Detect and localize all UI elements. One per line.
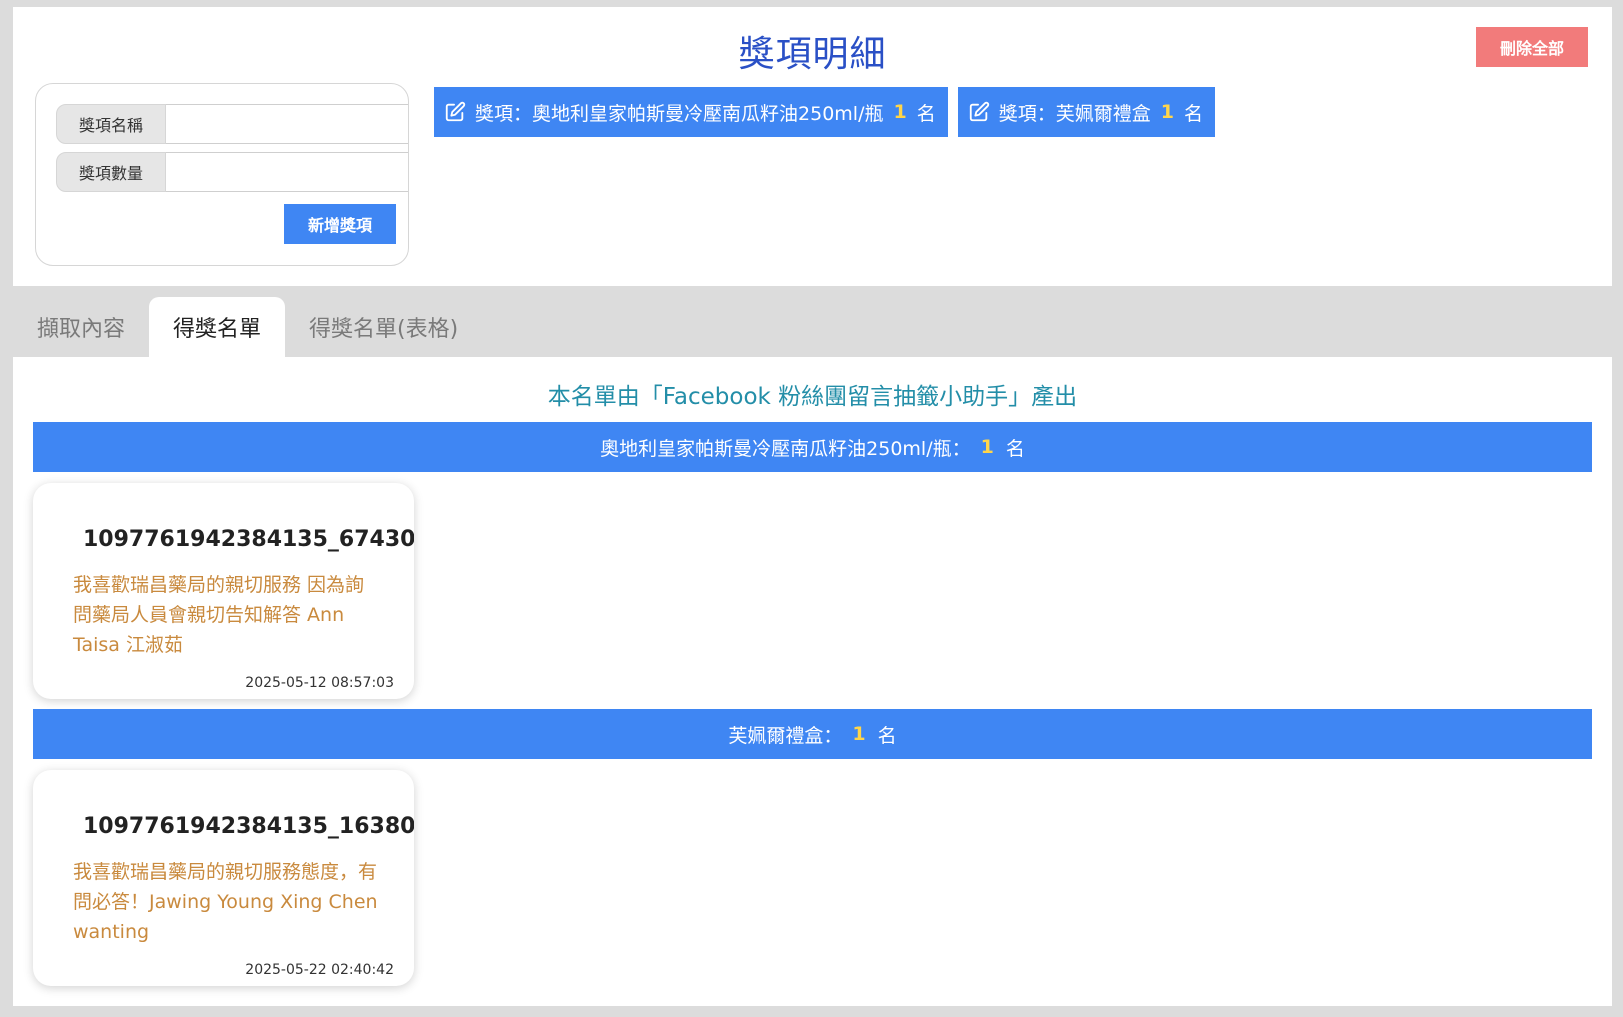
prize-group-header: 芙姵爾禮盒： 1 名 (33, 709, 1592, 759)
prize-name-row: 獎項名稱 (56, 104, 408, 144)
tab-winner-list[interactable]: 得獎名單 (149, 297, 286, 357)
prize-tag-list: 獎項： 奧地利皇家帕斯曼冷壓南瓜籽油250ml/瓶 1 名 獎項： 芙姵爾禮盒 … (434, 87, 1216, 137)
prize-tag-name: 芙姵爾禮盒 (1055, 102, 1151, 125)
prize-group-header: 奧地利皇家帕斯曼冷壓南瓜籽油250ml/瓶： 1 名 (33, 422, 1592, 472)
edit-icon (969, 101, 989, 122)
edit-icon (445, 101, 466, 122)
winner-timestamp: 2025-05-12 08:57:03 (245, 675, 394, 691)
prize-tag-count: 1 (893, 101, 907, 123)
winner-comment: 我喜歡瑞昌藥局的親切服務態度，有問必答！Jawing Young Xing Ch… (73, 861, 378, 943)
prize-tag[interactable]: 獎項： 奧地利皇家帕斯曼冷壓南瓜籽油250ml/瓶 1 名 (434, 87, 948, 137)
prize-tag-name: 奧地利皇家帕斯曼冷壓南瓜籽油250ml/瓶 (532, 102, 884, 125)
prize-group-unit: 名 (1005, 437, 1025, 460)
prize-tag-count: 1 (1160, 101, 1174, 123)
add-prize-form: 獎項名稱 獎項數量 新增獎項 (35, 83, 409, 266)
prize-count-label: 獎項數量 (56, 152, 166, 192)
prize-group-count: 1 (980, 436, 994, 458)
prize-tag-unit: 名 (916, 102, 936, 125)
prize-name-label: 獎項名稱 (56, 104, 166, 144)
prize-name-input[interactable] (166, 104, 408, 144)
prize-group-label: 芙姵爾禮盒： (728, 724, 843, 747)
prize-tag-prefix: 獎項： (998, 102, 1056, 125)
winner-timestamp: 2025-05-22 02:40:42 (245, 962, 394, 978)
prize-group-label: 奧地利皇家帕斯曼冷壓南瓜籽油250ml/瓶： (600, 437, 971, 460)
prize-group-count: 1 (852, 723, 866, 745)
page-title: 獎項明細 (738, 34, 887, 75)
prize-tag-prefix: 獎項： (475, 102, 533, 125)
prize-tag-unit: 名 (1184, 102, 1204, 125)
prize-count-row: 獎項數量 (56, 152, 408, 192)
prize-group-unit: 名 (877, 724, 897, 747)
winner-comment: 我喜歡瑞昌藥局的親切服務 因為詢問藥局人員會親切告知解答 Ann Taisa 江… (73, 574, 365, 656)
prize-details-panel: 獎項明細 刪除全部 獎項名稱 獎項數量 新增獎項 獎項： 奧地利皇家帕斯曼冷壓南… (13, 7, 1612, 286)
winner-id: 1097761942384135_163802045021 (83, 814, 414, 839)
prize-count-input[interactable] (166, 152, 408, 192)
tab-winner-list-table[interactable]: 得獎名單(表格) (285, 297, 482, 357)
source-note: 本名單由「Facebook 粉絲團留言抽籤小助手」產出 (547, 384, 1078, 410)
winner-card[interactable]: 1097761942384135_674308143891 我喜歡瑞昌藥局的親切… (33, 483, 414, 699)
delete-all-button[interactable]: 刪除全部 (1476, 27, 1588, 67)
tab-bar: 擷取內容 得獎名單 得獎名單(表格) (13, 297, 482, 357)
add-prize-button[interactable]: 新增獎項 (284, 204, 396, 244)
winner-card[interactable]: 1097761942384135_163802045021 我喜歡瑞昌藥局的親切… (33, 770, 414, 986)
tab-extract-content[interactable]: 擷取內容 (13, 297, 149, 357)
prize-tag[interactable]: 獎項： 芙姵爾禮盒 1 名 (957, 87, 1216, 137)
winner-list-panel: 本名單由「Facebook 粉絲團留言抽籤小助手」產出 奧地利皇家帕斯曼冷壓南瓜… (13, 357, 1612, 1006)
winner-id: 1097761942384135_674308143891 (83, 527, 414, 552)
